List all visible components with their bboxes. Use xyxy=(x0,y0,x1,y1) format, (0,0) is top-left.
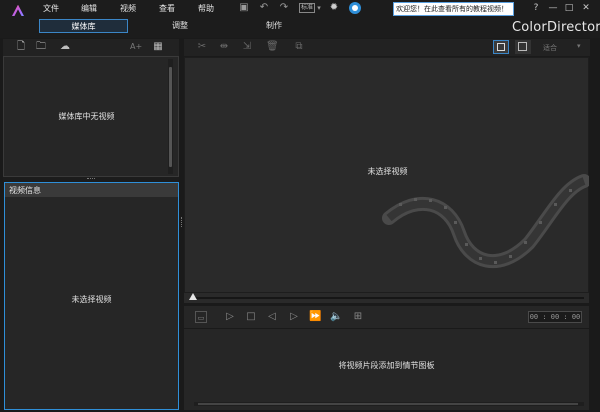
storyboard-hint-text: 将视频片段添加到情节图板 xyxy=(338,361,435,370)
timecode-display: 00 : 00 : 00 xyxy=(528,311,582,323)
playback-slider[interactable] xyxy=(184,293,589,303)
menu-file[interactable]: 文件 xyxy=(43,3,59,14)
upgrade-icon[interactable] xyxy=(349,2,361,14)
undo-icon[interactable]: ↶ xyxy=(258,2,270,14)
stop-icon[interactable]: □ xyxy=(245,311,257,323)
tab-adjust[interactable]: 调整 xyxy=(158,19,202,33)
snapshot-grid-icon[interactable]: ⊞ xyxy=(352,311,364,323)
fast-forward-icon[interactable]: ⏩ xyxy=(309,311,321,323)
storyboard-panel[interactable]: 将视频片段添加到情节图板 xyxy=(184,329,589,410)
maximize-button[interactable]: □ xyxy=(563,2,575,14)
cut-icon[interactable]: ✂ xyxy=(196,41,208,53)
cloud-import-icon[interactable]: ☁ xyxy=(57,41,73,53)
film-strip-watermark xyxy=(382,174,589,268)
save-icon[interactable]: ▣ xyxy=(238,2,250,14)
help-button[interactable]: ? xyxy=(530,2,542,14)
tab-produce[interactable]: 制作 xyxy=(252,19,296,33)
brand-name: ColorDirector xyxy=(512,20,600,35)
video-info-panel: 未选择视频 xyxy=(4,197,179,410)
preview-mode-icon[interactable] xyxy=(493,40,509,54)
fit-chevron-down-icon[interactable]: ▾ xyxy=(577,42,581,50)
media-library-panel: 媒体库中无视频 xyxy=(3,56,179,177)
split-icon[interactable]: ⇹ xyxy=(218,41,230,53)
vertical-splitter-grip xyxy=(181,217,183,227)
previous-frame-icon[interactable]: ◁ xyxy=(266,311,278,323)
menu-edit[interactable]: 编辑 xyxy=(81,3,97,14)
fullscreen-preview-icon[interactable] xyxy=(515,40,531,54)
import-folder-icon[interactable]: 🗀 xyxy=(35,41,47,53)
chevron-down-icon[interactable]: ▾ xyxy=(313,2,325,14)
grid-view-icon[interactable]: ▦ xyxy=(152,41,164,53)
slider-track[interactable] xyxy=(192,297,584,299)
video-info-header: 视频信息 xyxy=(4,182,179,197)
text-size-button[interactable]: A+ xyxy=(130,42,142,51)
video-info-title: 视频信息 xyxy=(9,186,41,195)
volume-icon[interactable]: 🔈 xyxy=(330,311,342,323)
library-scrollbar[interactable] xyxy=(168,59,173,174)
splitter-grip xyxy=(87,178,95,180)
tab-library[interactable]: 媒体库 xyxy=(39,19,128,33)
library-scroll-thumb[interactable] xyxy=(169,67,172,167)
fit-label[interactable]: 适合 xyxy=(543,43,557,53)
preview-window: 未选择视频 xyxy=(184,57,589,293)
library-empty-text: 媒体库中无视频 xyxy=(58,112,115,121)
menu-view[interactable]: 查看 xyxy=(159,3,175,14)
display-mode-icon[interactable]: ▭ xyxy=(195,311,207,323)
menu-help[interactable]: 帮助 xyxy=(198,3,214,14)
storyboard-scroll-thumb[interactable] xyxy=(198,403,578,405)
video-info-empty-text: 未选择视频 xyxy=(71,295,112,304)
welcome-tutorial-link[interactable]: 欢迎您！在此查看所有的教程视频！ xyxy=(393,2,514,16)
settings-icon[interactable]: ✹ xyxy=(328,2,340,14)
redo-icon[interactable]: ↷ xyxy=(278,2,290,14)
close-button[interactable]: ✕ xyxy=(580,2,592,14)
storyboard-scrollbar[interactable] xyxy=(194,402,584,406)
trim-icon[interactable]: ⇲ xyxy=(241,41,253,53)
slider-thumb[interactable] xyxy=(189,293,197,300)
minimize-button[interactable]: — xyxy=(547,2,559,14)
next-frame-icon[interactable]: ▷ xyxy=(288,311,300,323)
menu-video[interactable]: 视频 xyxy=(120,3,136,14)
snapshot-icon[interactable]: ⧉ xyxy=(293,41,305,53)
delete-icon[interactable]: 🗑 xyxy=(266,41,279,53)
play-icon[interactable]: ▷ xyxy=(224,311,236,323)
import-media-icon[interactable]: 🗋 xyxy=(15,41,27,53)
